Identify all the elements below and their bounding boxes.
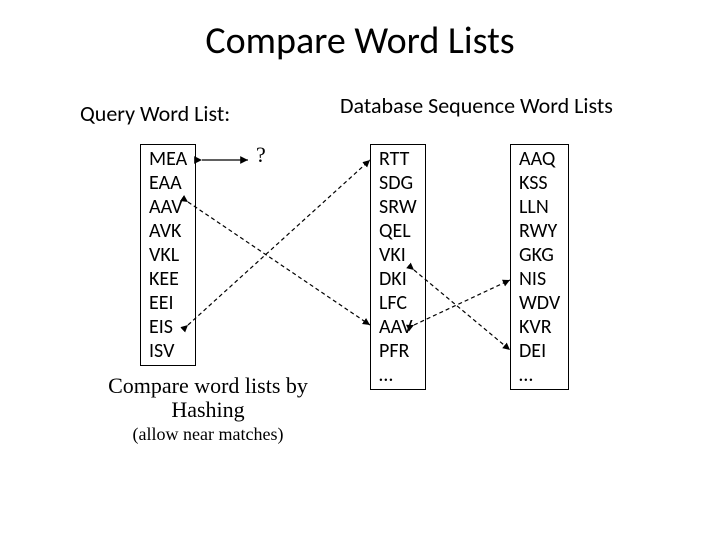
list-item: SRW: [379, 195, 417, 219]
list-item: LFC: [379, 291, 417, 315]
list-item: DKI: [379, 267, 417, 291]
list-item: WDV: [519, 291, 560, 315]
database-label: Database Sequence Word Lists: [340, 92, 613, 119]
database-list-2: AAQ KSS LLN RWY GKG NIS WDV KVR DEI …: [510, 144, 569, 390]
list-item: DEI: [519, 339, 560, 363]
query-label: Query Word List:: [80, 100, 230, 127]
list-item: QEL: [379, 219, 417, 243]
list-item: KSS: [519, 171, 560, 195]
query-word-list: MEA EAA AAV AVK VKL KEE EEI EIS ISV: [140, 144, 196, 366]
list-item: AAV: [149, 195, 187, 219]
slide-title: Compare Word Lists: [0, 18, 720, 64]
list-item: LLN: [519, 195, 560, 219]
list-item: GKG: [519, 243, 560, 267]
list-item: MEA: [149, 147, 187, 171]
list-item: EIS: [149, 315, 187, 339]
list-item: VKI: [379, 243, 417, 267]
list-item: ISV: [149, 339, 187, 363]
list-item: NIS: [519, 267, 560, 291]
list-item: VKL: [149, 243, 187, 267]
list-item: PFR: [379, 339, 417, 363]
list-item: RTT: [379, 147, 417, 171]
list-item: KEE: [149, 267, 187, 291]
list-item: SDG: [379, 171, 417, 195]
list-item: KVR: [519, 315, 560, 339]
list-item: RWY: [519, 219, 560, 243]
list-item: AVK: [149, 219, 187, 243]
list-item: EEI: [149, 291, 187, 315]
caption-main: Compare word lists by Hashing: [108, 374, 308, 422]
comparison-arrows: [0, 0, 720, 540]
list-item: …: [519, 363, 560, 387]
list-item: AAV: [379, 315, 417, 339]
list-item: AAQ: [519, 147, 560, 171]
list-item: …: [379, 363, 417, 387]
list-item: EAA: [149, 171, 187, 195]
database-list-1: RTT SDG SRW QEL VKI DKI LFC AAV PFR …: [370, 144, 426, 390]
question-mark: ?: [256, 142, 266, 168]
caption-sub: (allow near matches): [108, 424, 308, 445]
